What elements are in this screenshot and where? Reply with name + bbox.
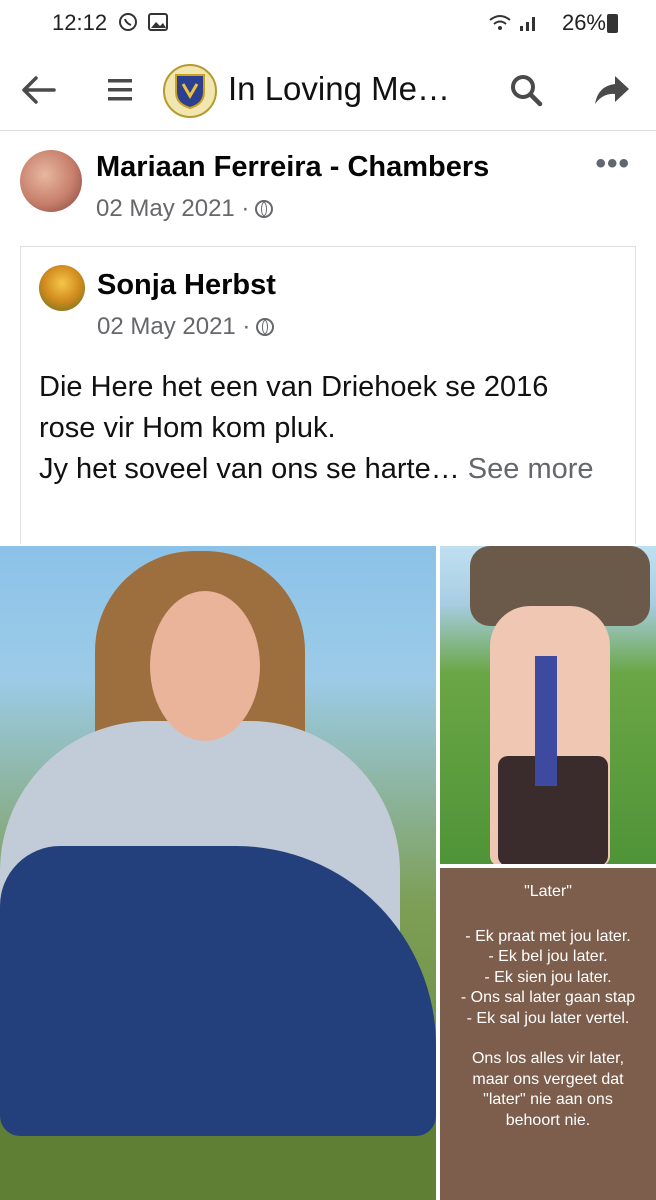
status-time: 12:12: [52, 10, 108, 35]
post-text: Die Here het een van Driehoek se 2016 ro…: [39, 367, 629, 490]
post-date[interactable]: 02 May 2021 ·: [96, 195, 249, 222]
post-header: Mariaan Ferreira - Chambers 02 May 2021 …: [0, 131, 656, 241]
photo-color-run[interactable]: [440, 546, 656, 864]
post-text-line: Jy het soveel van ons se harte…: [39, 453, 460, 485]
poem-line: "later" nie aan ons: [483, 1091, 613, 1108]
wifi-icon: [488, 12, 518, 32]
poem-title: "Later": [524, 883, 572, 900]
shared-post: Sonja Herbst 02 May 2021 · Die Here het …: [20, 246, 636, 544]
photo-grid: "Later" - Ek praat met jou later. - Ek b…: [0, 546, 656, 1200]
poem-line: - Ek sien jou later.: [484, 968, 612, 986]
photo-poem[interactable]: "Later" - Ek praat met jou later. - Ek b…: [440, 868, 656, 1200]
shared-meta: 02 May 2021 ·: [97, 313, 275, 341]
poem-line: - Ek sal jou later vertel.: [466, 1009, 630, 1027]
post-author[interactable]: Mariaan Ferreira - Chambers: [96, 151, 489, 184]
signal-icon: [518, 12, 540, 32]
poem-line: behoort nie.: [505, 1111, 591, 1129]
status-bar: 12:12 26%: [0, 0, 656, 50]
shared-date[interactable]: 02 May 2021 ·: [97, 313, 250, 340]
battery-percent: 26%: [561, 10, 606, 35]
search-icon[interactable]: [506, 70, 546, 110]
poem-lines: - Ek praat met jou later. - Ek bel jou l…: [440, 927, 656, 1030]
poem-ending: Ons los alles vir later, maar ons vergee…: [440, 1049, 656, 1131]
group-title[interactable]: In Loving Me…: [228, 70, 450, 108]
poem-line: - Ons sal later gaan stap: [460, 989, 636, 1006]
photo-woman-sitting[interactable]: [0, 546, 436, 1200]
whatsapp-icon: [118, 12, 138, 32]
top-bar: In Loving Me…: [0, 50, 656, 131]
post-meta: 02 May 2021 ·: [96, 195, 274, 223]
group-logo-icon[interactable]: [163, 64, 217, 118]
see-more-link[interactable]: See more: [468, 453, 594, 485]
battery-icon: [607, 14, 618, 33]
gallery-icon: [148, 12, 168, 32]
shared-author[interactable]: Sonja Herbst: [97, 269, 276, 302]
author-avatar[interactable]: [20, 150, 82, 212]
globe-icon: [256, 318, 275, 336]
poem-line: - Ek praat met jou later.: [465, 927, 631, 945]
shared-author-avatar[interactable]: [39, 265, 85, 311]
menu-icon[interactable]: [100, 70, 140, 110]
back-arrow-icon[interactable]: [18, 70, 58, 110]
post-text-line: rose vir Hom kom pluk.: [39, 412, 336, 444]
more-options-icon[interactable]: •••: [595, 147, 630, 181]
poem-line: Ons los alles vir later,: [471, 1050, 625, 1067]
share-icon[interactable]: [592, 70, 632, 110]
globe-icon: [255, 200, 274, 218]
post-text-line: Die Here het een van Driehoek se 2016: [39, 371, 549, 403]
poem-line: - Ek bel jou later.: [488, 948, 608, 965]
poem-line: maar ons vergeet dat: [472, 1070, 624, 1088]
